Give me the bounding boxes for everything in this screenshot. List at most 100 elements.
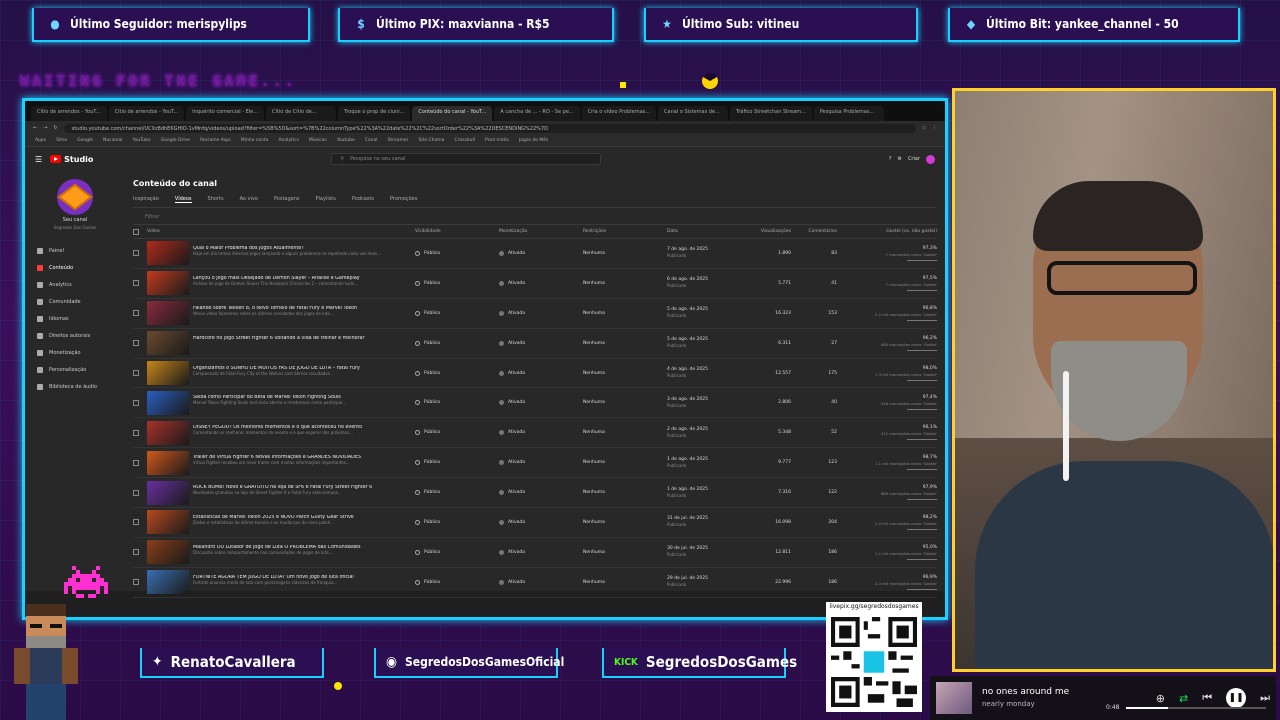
back-icon[interactable]: ← — [33, 125, 37, 131]
table-row[interactable]: DISNEY PEGOU? Os melhores momentos e o q… — [133, 418, 937, 449]
forward-icon[interactable]: → — [43, 125, 47, 131]
sidebar-item-monetizacao[interactable]: Monetização — [33, 344, 117, 361]
visibility-value[interactable]: Público — [424, 460, 440, 465]
bookmark[interactable]: Google Drive — [161, 138, 190, 143]
col-data[interactable]: Data — [667, 229, 745, 234]
col-video[interactable]: Vídeo — [147, 229, 415, 234]
track-progress[interactable] — [1126, 707, 1266, 709]
tab-ao-vivo[interactable]: Ao vivo — [240, 196, 258, 203]
col-visibilidade[interactable]: Visibilidade — [415, 229, 499, 234]
monetization-value[interactable]: Ativada — [508, 490, 525, 495]
bookmark[interactable]: Site Chama — [418, 138, 444, 143]
tab-videos[interactable]: Vídeos — [174, 196, 192, 203]
search-input[interactable]: ⚲ Pesquise no seu canal — [331, 153, 602, 165]
avatar[interactable] — [926, 154, 935, 164]
row-checkbox[interactable] — [133, 459, 147, 466]
sidebar-item-conteudo[interactable]: Conteúdo — [33, 259, 117, 276]
social-twitter[interactable]: ✦ RenatoCavallera — [140, 648, 324, 678]
sidebar-item-direitos[interactable]: Direitos autorais — [33, 327, 117, 344]
monetization-value[interactable]: Ativada — [508, 580, 525, 585]
col-visualizacoes[interactable]: Visualizações — [745, 229, 791, 234]
video-thumbnail[interactable] — [147, 241, 193, 266]
star-bookmark-icon[interactable]: ☆ — [922, 125, 926, 131]
row-checkbox[interactable] — [133, 519, 147, 526]
sidebar-item-comunidade[interactable]: Comunidade — [33, 293, 117, 310]
bookmark[interactable]: Canal — [365, 138, 378, 143]
social-kick[interactable]: KICK SegredosDosGames — [602, 648, 797, 678]
browser-tab[interactable]: Tráfico Streetchan Stream... — [730, 106, 812, 121]
browser-tab[interactable]: Cítio de arrendos - YouT... — [108, 106, 185, 121]
shuffle-icon[interactable]: ⇄ — [1179, 692, 1188, 705]
browser-tab[interactable]: Cítio de arrendos - YouT... — [31, 106, 107, 121]
visibility-value[interactable]: Público — [424, 400, 440, 405]
studio-logo[interactable]: Studio — [50, 155, 93, 164]
row-checkbox[interactable] — [133, 399, 147, 406]
select-all-checkbox[interactable] — [133, 228, 147, 235]
bookmark[interactable]: Músicas — [309, 138, 327, 143]
row-checkbox[interactable] — [133, 310, 147, 317]
table-row[interactable]: ROCK BOMB! Novo e GRATUITO na loja de SF… — [133, 478, 937, 509]
bookmark[interactable]: Google — [77, 138, 93, 143]
bookmark[interactable]: Analytics — [278, 138, 298, 143]
visibility-value[interactable]: Público — [424, 490, 440, 495]
visibility-value[interactable]: Público — [424, 341, 440, 346]
bookmark[interactable]: Minha conta — [241, 138, 269, 143]
browser-tab[interactable]: Inquérito comercial - Ele... — [186, 106, 265, 121]
video-thumbnail[interactable] — [147, 390, 193, 415]
browser-tab[interactable]: A cancha de ... - RO - Se pe... — [494, 106, 580, 121]
video-thumbnail[interactable] — [147, 450, 193, 475]
monetization-value[interactable]: Ativada — [508, 341, 525, 346]
table-row[interactable]: Estatísticas de Marvel Tokon 2025 e NOVO… — [133, 508, 937, 538]
table-row[interactable]: Saiba como Participar do Beta de Marvel … — [133, 388, 937, 419]
sidebar-item-analytics[interactable]: Analytics — [33, 276, 117, 293]
table-row[interactable]: Malandro OU Lutador de Jogo de Luta O PR… — [133, 538, 937, 568]
channel-avatar[interactable] — [57, 179, 93, 215]
monetization-value[interactable]: Ativada — [508, 400, 525, 405]
tab-inspiracao[interactable]: Inspiração — [133, 196, 159, 203]
table-row[interactable]: Qual o Maior Problema dos Jogos Atualmen… — [133, 239, 937, 269]
sidebar-item-biblioteca[interactable]: Biblioteca de áudio — [33, 378, 117, 395]
video-thumbnail[interactable] — [147, 480, 193, 505]
video-thumbnail[interactable] — [147, 361, 193, 385]
visibility-value[interactable]: Público — [424, 251, 440, 256]
monetization-value[interactable]: Ativada — [508, 520, 525, 525]
filter-input[interactable]: Filtrar — [133, 208, 937, 225]
row-checkbox[interactable] — [133, 370, 147, 376]
row-checkbox[interactable] — [133, 250, 147, 257]
monetization-value[interactable]: Ativada — [508, 251, 525, 256]
monetization-value[interactable]: Ativada — [508, 371, 525, 376]
bookmark[interactable]: Apps — [35, 138, 46, 143]
browser-tab-active[interactable]: Conteúdo do canal - YouT... — [412, 106, 493, 121]
hamburger-icon[interactable]: ☰ — [35, 155, 42, 164]
video-thumbnail[interactable] — [147, 540, 193, 565]
monetization-value[interactable]: Ativada — [508, 460, 525, 465]
monetization-value[interactable]: Ativada — [508, 281, 525, 286]
visibility-value[interactable]: Público — [424, 520, 440, 525]
row-checkbox[interactable] — [133, 579, 147, 586]
monetization-value[interactable]: Ativada — [508, 550, 525, 555]
row-checkbox[interactable] — [133, 429, 147, 436]
url-field[interactable]: studio.youtube.com/channel/UCXz8dhEKGHIO… — [63, 123, 916, 133]
video-thumbnail[interactable] — [147, 271, 193, 296]
notifications-icon[interactable]: ⚙ — [897, 156, 901, 162]
row-checkbox[interactable] — [133, 549, 147, 556]
table-row[interactable]: Hardcore no jogo Street Fighter 6 voltan… — [133, 329, 937, 359]
pause-button[interactable]: ❚❚ — [1226, 688, 1247, 708]
table-row[interactable]: FORTNITE AGORA TEM JOGO DE LUTA? Um novo… — [133, 568, 937, 598]
bookmark[interactable]: Jogos do Mês — [519, 138, 549, 143]
bookmark[interactable]: Sites — [56, 138, 67, 143]
video-thumbnail[interactable] — [147, 570, 193, 595]
tab-shorts[interactable]: Shorts — [208, 196, 224, 203]
tab-podcasts[interactable]: Podcasts — [352, 196, 374, 203]
bookmark[interactable]: Reclame Aqui — [200, 138, 231, 143]
visibility-value[interactable]: Público — [424, 281, 440, 286]
visibility-value[interactable]: Público — [424, 580, 440, 585]
bookmark[interactable]: Youtube — [337, 138, 355, 143]
monetization-value[interactable]: Ativada — [508, 430, 525, 435]
col-gostei[interactable]: Gostei (vs. não gostei) — [837, 229, 937, 234]
browser-tab[interactable]: Cria o vídeo Problemas... — [581, 106, 657, 121]
sidebar-item-personalizacao[interactable]: Personalização — [33, 361, 117, 378]
bookmark[interactable]: YouTube — [132, 138, 150, 143]
table-row[interactable]: Lançou o Jogo mais Desejado de Demon Sla… — [133, 269, 937, 299]
create-button[interactable]: Criar — [908, 156, 920, 162]
